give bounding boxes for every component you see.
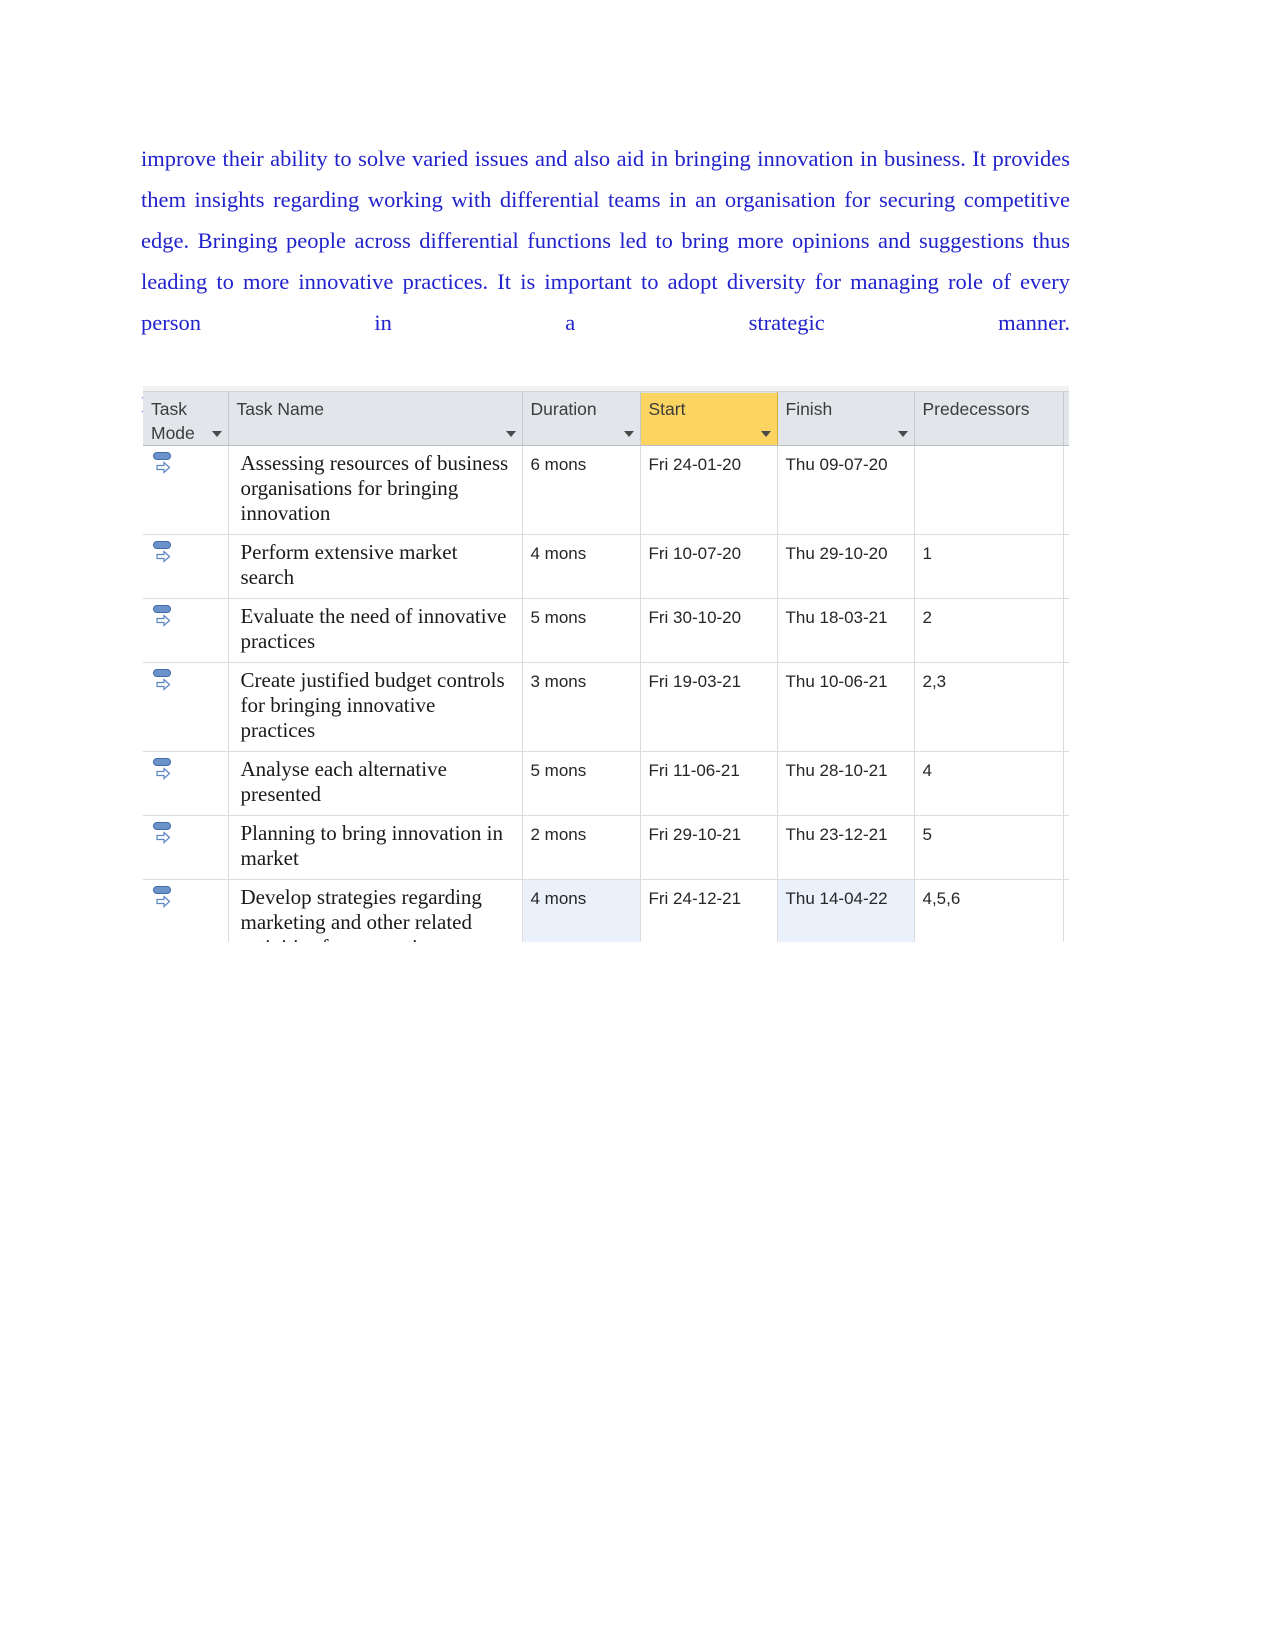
auto-schedule-icon xyxy=(153,605,175,629)
auto-schedule-icon xyxy=(153,669,175,693)
table-row[interactable]: Planning to bring innovation in market 2… xyxy=(143,815,1069,880)
column-header-start-label: Start xyxy=(648,399,686,419)
cell-predecessors[interactable]: 1 xyxy=(914,534,1064,599)
gantt-table-container[interactable]: Task Mode Task Name Duration Start Finis… xyxy=(143,386,1069,942)
cell-start[interactable]: Fri 10-07-20 xyxy=(640,534,778,599)
cell-overflow-sliver xyxy=(1063,815,1069,880)
cell-task-mode[interactable] xyxy=(143,662,229,752)
cell-finish[interactable]: Thu 28-10-21 xyxy=(777,751,915,816)
column-header-task-mode[interactable]: Task Mode xyxy=(143,392,229,446)
cell-task-mode[interactable] xyxy=(143,879,229,942)
column-header-predecessors[interactable]: Predecessors xyxy=(914,392,1064,446)
cell-overflow-sliver xyxy=(1063,445,1069,535)
cell-duration[interactable]: 4 mons xyxy=(522,879,641,942)
cell-finish[interactable]: Thu 09-07-20 xyxy=(777,445,915,535)
chevron-down-icon[interactable] xyxy=(623,431,634,437)
cell-duration[interactable]: 6 mons xyxy=(522,445,641,535)
cell-overflow-sliver xyxy=(1063,598,1069,663)
table-header-row: Task Mode Task Name Duration Start Finis… xyxy=(143,392,1069,446)
cell-overflow-sliver xyxy=(1063,662,1069,752)
cell-task-name[interactable]: Perform extensive market search xyxy=(228,534,523,599)
cell-task-name[interactable]: Evaluate the need of innovative practice… xyxy=(228,598,523,663)
cell-duration[interactable]: 5 mons xyxy=(522,598,641,663)
cell-duration[interactable]: 2 mons xyxy=(522,815,641,880)
cell-task-name[interactable]: Develop strategies regarding marketing a… xyxy=(228,879,523,942)
auto-schedule-icon xyxy=(153,886,175,910)
column-header-duration[interactable]: Duration xyxy=(522,392,641,446)
table-row[interactable]: Analyse each alternative presented 5 mon… xyxy=(143,751,1069,816)
column-header-predecessors-label: Predecessors xyxy=(922,399,1030,419)
cell-task-mode[interactable] xyxy=(143,534,229,599)
body-text: improve their ability to solve varied is… xyxy=(141,138,1070,425)
table-row[interactable]: Create justified budget controls for bri… xyxy=(143,662,1069,752)
column-header-duration-label: Duration xyxy=(530,399,597,419)
cell-predecessors[interactable]: 5 xyxy=(914,815,1064,880)
paragraph-1: improve their ability to solve varied is… xyxy=(141,146,1070,335)
table-row[interactable]: Perform extensive market search 4 mons F… xyxy=(143,534,1069,599)
table-row[interactable]: Evaluate the need of innovative practice… xyxy=(143,598,1069,663)
cell-predecessors[interactable]: 2,3 xyxy=(914,662,1064,752)
table-row[interactable]: Develop strategies regarding marketing a… xyxy=(143,879,1069,942)
cell-start[interactable]: Fri 30-10-20 xyxy=(640,598,778,663)
gantt-task-table: Task Mode Task Name Duration Start Finis… xyxy=(143,392,1069,942)
cell-task-name[interactable]: Analyse each alternative presented xyxy=(228,751,523,816)
cell-finish[interactable]: Thu 10-06-21 xyxy=(777,662,915,752)
cell-finish[interactable]: Thu 14-04-22 xyxy=(777,879,915,942)
chevron-down-icon[interactable] xyxy=(211,431,222,437)
cell-duration[interactable]: 4 mons xyxy=(522,534,641,599)
cell-predecessors[interactable]: 4,5,6 xyxy=(914,879,1064,942)
column-header-finish-label: Finish xyxy=(785,399,833,419)
cell-task-mode[interactable] xyxy=(143,815,229,880)
cell-start[interactable]: Fri 24-01-20 xyxy=(640,445,778,535)
cell-task-mode[interactable] xyxy=(143,598,229,663)
document-page: improve their ability to solve varied is… xyxy=(0,0,1275,1650)
cell-finish[interactable]: Thu 23-12-21 xyxy=(777,815,915,880)
cell-finish[interactable]: Thu 29-10-20 xyxy=(777,534,915,599)
cell-task-name[interactable]: Assessing resources of business organisa… xyxy=(228,445,523,535)
auto-schedule-icon xyxy=(153,452,175,476)
column-header-finish[interactable]: Finish xyxy=(777,392,915,446)
column-header-overflow-sliver xyxy=(1063,392,1069,446)
auto-schedule-icon xyxy=(153,758,175,782)
cell-duration[interactable]: 3 mons xyxy=(522,662,641,752)
table-row[interactable]: Assessing resources of business organisa… xyxy=(143,445,1069,535)
cell-task-name[interactable]: Create justified budget controls for bri… xyxy=(228,662,523,752)
cell-predecessors[interactable]: 2 xyxy=(914,598,1064,663)
chevron-down-icon[interactable] xyxy=(897,431,908,437)
cell-predecessors[interactable]: 4 xyxy=(914,751,1064,816)
cell-task-name[interactable]: Planning to bring innovation in market xyxy=(228,815,523,880)
cell-start[interactable]: Fri 11-06-21 xyxy=(640,751,778,816)
cell-start[interactable]: Fri 19-03-21 xyxy=(640,662,778,752)
chevron-down-icon[interactable] xyxy=(505,431,516,437)
cell-task-mode[interactable] xyxy=(143,445,229,535)
column-header-task-mode-label: Task Mode xyxy=(151,399,195,443)
gantt-table-body: Assessing resources of business organisa… xyxy=(143,445,1069,942)
cell-overflow-sliver xyxy=(1063,534,1069,599)
cell-overflow-sliver xyxy=(1063,751,1069,816)
auto-schedule-icon xyxy=(153,822,175,846)
cell-start[interactable]: Fri 29-10-21 xyxy=(640,815,778,880)
cell-overflow-sliver xyxy=(1063,879,1069,942)
column-header-task-name[interactable]: Task Name xyxy=(228,392,523,446)
cell-start[interactable]: Fri 24-12-21 xyxy=(640,879,778,942)
cell-task-mode[interactable] xyxy=(143,751,229,816)
cell-finish[interactable]: Thu 18-03-21 xyxy=(777,598,915,663)
auto-schedule-icon xyxy=(153,541,175,565)
column-header-start[interactable]: Start xyxy=(639,392,778,446)
cell-duration[interactable]: 5 mons xyxy=(522,751,641,816)
chevron-down-icon[interactable] xyxy=(760,431,771,437)
cell-predecessors[interactable] xyxy=(914,445,1064,535)
column-header-task-name-label: Task Name xyxy=(236,399,325,419)
